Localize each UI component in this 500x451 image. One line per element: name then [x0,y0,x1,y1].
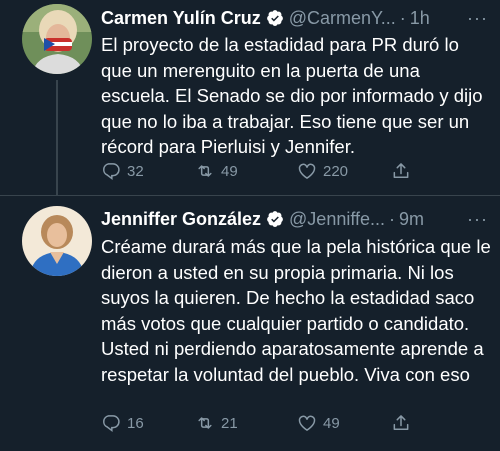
heart-icon [298,163,316,179]
retweet-icon [198,165,212,177]
timestamp[interactable]: 1h [410,8,430,29]
retweet-icon [198,417,212,429]
heart-icon [298,415,316,431]
tweet-divider [0,195,500,196]
share-button[interactable] [391,413,417,433]
timestamp[interactable]: 9m [399,209,424,230]
retweet-count: 21 [221,414,238,432]
verified-badge-icon [266,10,283,26]
reply-count: 32 [127,162,144,180]
separator-dot: · [399,7,406,28]
avatar[interactable] [22,4,92,74]
thread-line [56,80,58,195]
tweet-header: Jenniffer González @Jenniffe... · 9m ··· [101,207,488,231]
separator-dot: · [389,208,396,229]
reply-icon [103,415,120,433]
retweet-button[interactable]: 49 [195,161,238,181]
reply-button[interactable]: 16 [101,413,144,433]
avatar[interactable] [22,206,92,276]
reply-count: 16 [127,414,144,432]
author-handle[interactable]: @Jenniffe... [289,209,385,230]
tweet-actions: 32 49 220 [101,160,421,182]
share-button[interactable] [391,161,417,181]
share-icon [393,415,409,430]
like-button[interactable]: 220 [297,161,348,181]
like-count: 220 [323,162,349,180]
author-name[interactable]: Jenniffer González [101,209,261,230]
more-options-icon[interactable]: ··· [467,209,488,230]
author-handle[interactable]: @CarmenY... [289,8,396,29]
verified-badge-icon [267,211,283,227]
tweet[interactable]: Jenniffer González @Jenniffe... · 9m ···… [0,197,500,451]
retweet-button[interactable]: 21 [195,413,238,433]
reply-icon [103,163,120,181]
like-button[interactable]: 49 [297,413,340,433]
tweet[interactable]: Carmen Yulín Cruz @CarmenY... · 1h ··· E… [0,0,500,195]
tweet-text: Créame durará más que la pela histórica … [101,236,491,385]
share-icon [393,163,409,178]
more-options-icon[interactable]: ··· [467,8,488,29]
retweet-count: 49 [221,162,238,180]
author-name[interactable]: Carmen Yulín Cruz [101,8,261,29]
tweet-header: Carmen Yulín Cruz @CarmenY... · 1h ··· [101,6,488,30]
reply-button[interactable]: 32 [101,161,144,181]
tweet-actions: 16 21 49 [101,412,421,434]
tweet-text: El proyecto de la estadidad para PR duró… [101,34,483,157]
like-count: 49 [323,414,340,432]
